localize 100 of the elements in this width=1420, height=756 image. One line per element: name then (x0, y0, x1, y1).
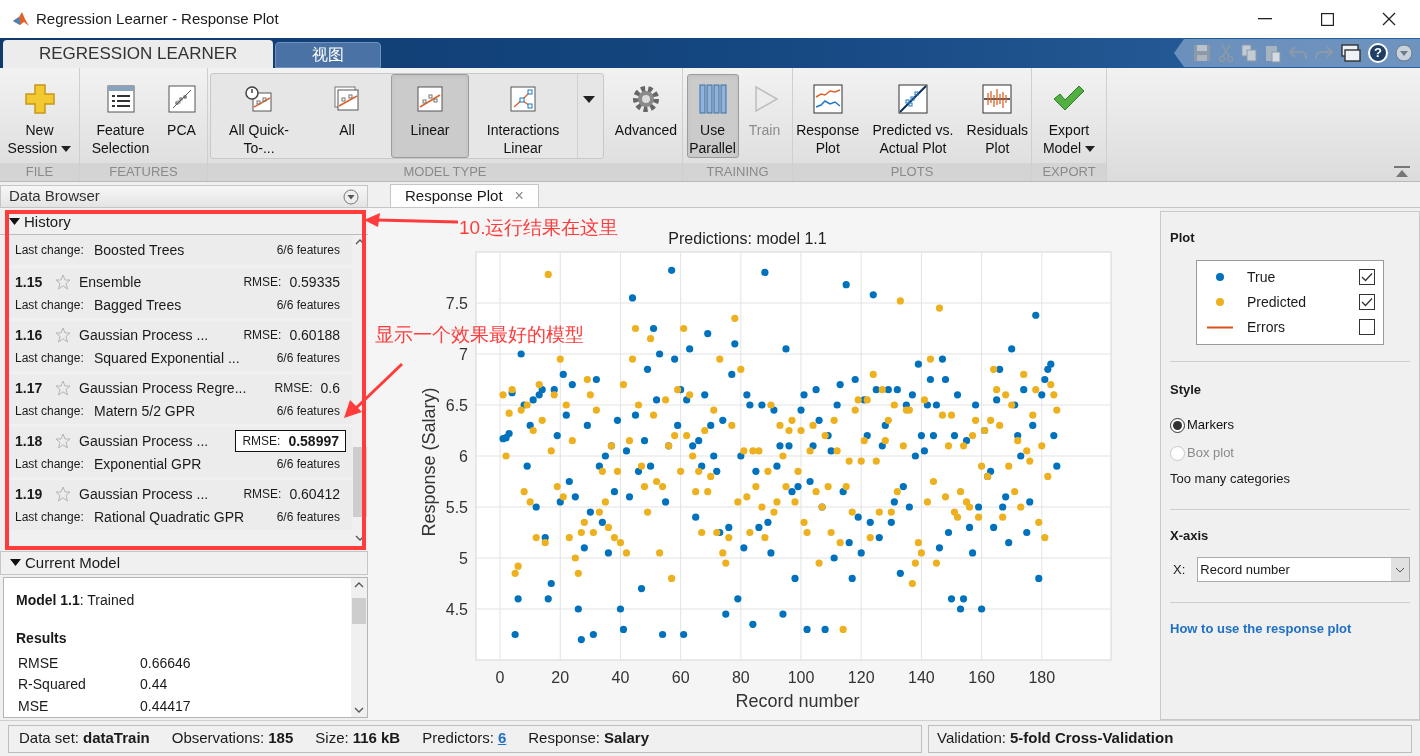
status-label: Validation: (937, 728, 1006, 749)
history-item[interactable]: 1.18 Gaussian Process ... RMSE: 0.58997 Last change: Exponential GPR 6/6 features (9, 427, 352, 477)
change-label: Last change: (15, 350, 85, 367)
x-tick-label: 40 (611, 669, 630, 686)
ribbon-tab[interactable]: 视图 (275, 42, 382, 68)
y-tick-label: 6.5 (445, 397, 468, 414)
section-title: Current Model (25, 552, 121, 573)
rmse-label: RMSE: (242, 433, 281, 450)
model-number: 1.15 (15, 272, 44, 292)
model-name: Gaussian Process Regre... (79, 378, 247, 398)
status-label: Response: (528, 728, 600, 749)
feature-count: 6/6 features (276, 350, 341, 367)
ribbon-button[interactable]: Export Model (1034, 73, 1104, 158)
history-item[interactable]: 1.19 Gaussian Process ... RMSE: 0.60412 Last change: Rational Quadratic GPR 6/6 features (9, 480, 352, 530)
metric-name: MSE (17, 696, 50, 716)
status-value: dataTrain (83, 728, 150, 749)
ribbon-button[interactable]: Feature Selection (83, 73, 158, 158)
help-link[interactable]: How to use the response plot (1170, 619, 1410, 639)
help-button[interactable]: ? (1368, 43, 1388, 63)
change-label: Last change: (15, 242, 85, 259)
x-tick-label: 180 (1028, 669, 1056, 686)
feature-count: 6/6 features (276, 456, 341, 473)
window-title: Regression Learner - Response Plot (36, 8, 279, 29)
legend-label: Errors (1247, 317, 1286, 337)
ribbon-button[interactable]: PCA (159, 73, 204, 158)
chart-title: Predictions: model 1.1 (668, 230, 827, 247)
metric-name: RMSE (17, 654, 60, 674)
ribbon-button[interactable]: All Quick-To-... (215, 73, 303, 158)
model-name: Gaussian Process ... (79, 325, 209, 345)
section-heading: X-axis (1170, 526, 1210, 545)
ribbon-button[interactable]: New Session (2, 73, 77, 158)
ribbon-tab[interactable]: REGRESSION LEARNER (3, 40, 274, 68)
status-label: Observations: (171, 728, 265, 749)
x-tick-label: 140 (908, 669, 935, 686)
x-tick-label: 100 (787, 669, 815, 686)
metric-value: 0.44417 (140, 696, 191, 716)
model-name: Gaussian Process ... (79, 431, 209, 451)
x-tick-label: 80 (731, 669, 750, 686)
status-label: Data set: (19, 728, 80, 749)
status-value: 5-fold Cross-Validation (1009, 728, 1174, 749)
metric-value: 0.66646 (140, 654, 191, 674)
change-label: Last change: (15, 403, 85, 420)
rmse-value: 0.60412 (289, 484, 340, 504)
x-tick-label: 20 (551, 669, 570, 686)
x-tick-label: 60 (671, 669, 690, 686)
history-item[interactable]: 1.16 Gaussian Process ... RMSE: 0.60188 Last change: Squared Exponential ... 6/6 features (9, 321, 352, 371)
model-status: Model 1.1: Trained (16, 591, 136, 610)
rmse-label: RMSE: (243, 274, 282, 291)
ribbon-button[interactable]: Advanced (612, 73, 680, 158)
y-tick-label: 5.5 (445, 499, 468, 516)
group-label: FEATURES (80, 163, 207, 181)
ribbon-button[interactable]: Predicted vs. Actual Plot (862, 73, 964, 158)
history-item[interactable]: 1.17 Gaussian Process Regre... RMSE: 0.6 Last change: Matern 5/2 GPR 6/6 features (9, 374, 352, 424)
x-tick-label: 120 (847, 669, 875, 686)
section-title: History (24, 211, 71, 232)
change-value: Matern 5/2 GPR (94, 401, 196, 421)
ribbon-button[interactable]: Residuals Plot (965, 73, 1029, 158)
change-label: Last change: (15, 509, 85, 526)
metric-value: 0.44 (140, 675, 168, 695)
rmse-value: 0.59335 (289, 272, 340, 292)
rmse-label: RMSE: (243, 486, 282, 503)
change-label: Last change: (15, 297, 85, 314)
status-value: Salary (603, 728, 649, 749)
status-label: Size: (315, 728, 349, 749)
section-heading: Plot (1170, 229, 1196, 247)
group-label: FILE (0, 163, 79, 181)
change-label: Last change: (15, 456, 85, 473)
rmse-value: 0.6 (320, 378, 340, 398)
ribbon-button[interactable]: Interactions Linear (473, 73, 573, 158)
status-label: Predictors: (422, 728, 494, 749)
radio-option[interactable]: Markers (1170, 411, 1410, 439)
y-tick-label: 4.5 (445, 601, 468, 618)
ribbon-button[interactable]: Use Parallel (686, 73, 739, 158)
model-number: 1.16 (15, 325, 44, 345)
x-axis-dropdown[interactable]: Record number (1197, 557, 1410, 582)
feature-count: 6/6 features (276, 297, 341, 314)
ribbon-button[interactable]: All (307, 73, 387, 158)
legend-label: True (1247, 267, 1276, 287)
document-tab[interactable]: Response Plot × (390, 184, 539, 207)
change-value: Squared Exponential ... (94, 348, 240, 368)
panel-title: Data Browser (9, 186, 100, 207)
history-item[interactable]: Last change: Boosted Trees 6/6 features (9, 235, 352, 265)
section-heading: Style (1170, 380, 1203, 399)
field-label: X: (1172, 560, 1186, 579)
y-tick-label: 7.5 (445, 295, 468, 312)
ribbon-button[interactable]: Linear (391, 73, 469, 158)
status-link[interactable]: 6 (497, 727, 507, 750)
change-value: Boosted Trees (94, 240, 185, 260)
x-tick-label: 0 (495, 669, 505, 686)
feature-count: 6/6 features (276, 509, 341, 526)
close-tab-button[interactable]: × (514, 184, 524, 208)
group-label: MODEL TYPE (208, 163, 682, 181)
rmse-value: 0.58997 (288, 431, 339, 451)
group-label: TRAINING (683, 163, 792, 181)
y-tick-label: 6 (459, 448, 468, 465)
ribbon-button[interactable]: Response Plot (795, 73, 861, 158)
rmse-value: 0.60188 (289, 325, 340, 345)
model-number: 1.18 (15, 431, 44, 451)
group-label: EXPORT (1032, 163, 1106, 181)
history-item[interactable]: 1.15 Ensemble RMSE: 0.59335 Last change: Bagged Trees 6/6 features (9, 268, 352, 318)
